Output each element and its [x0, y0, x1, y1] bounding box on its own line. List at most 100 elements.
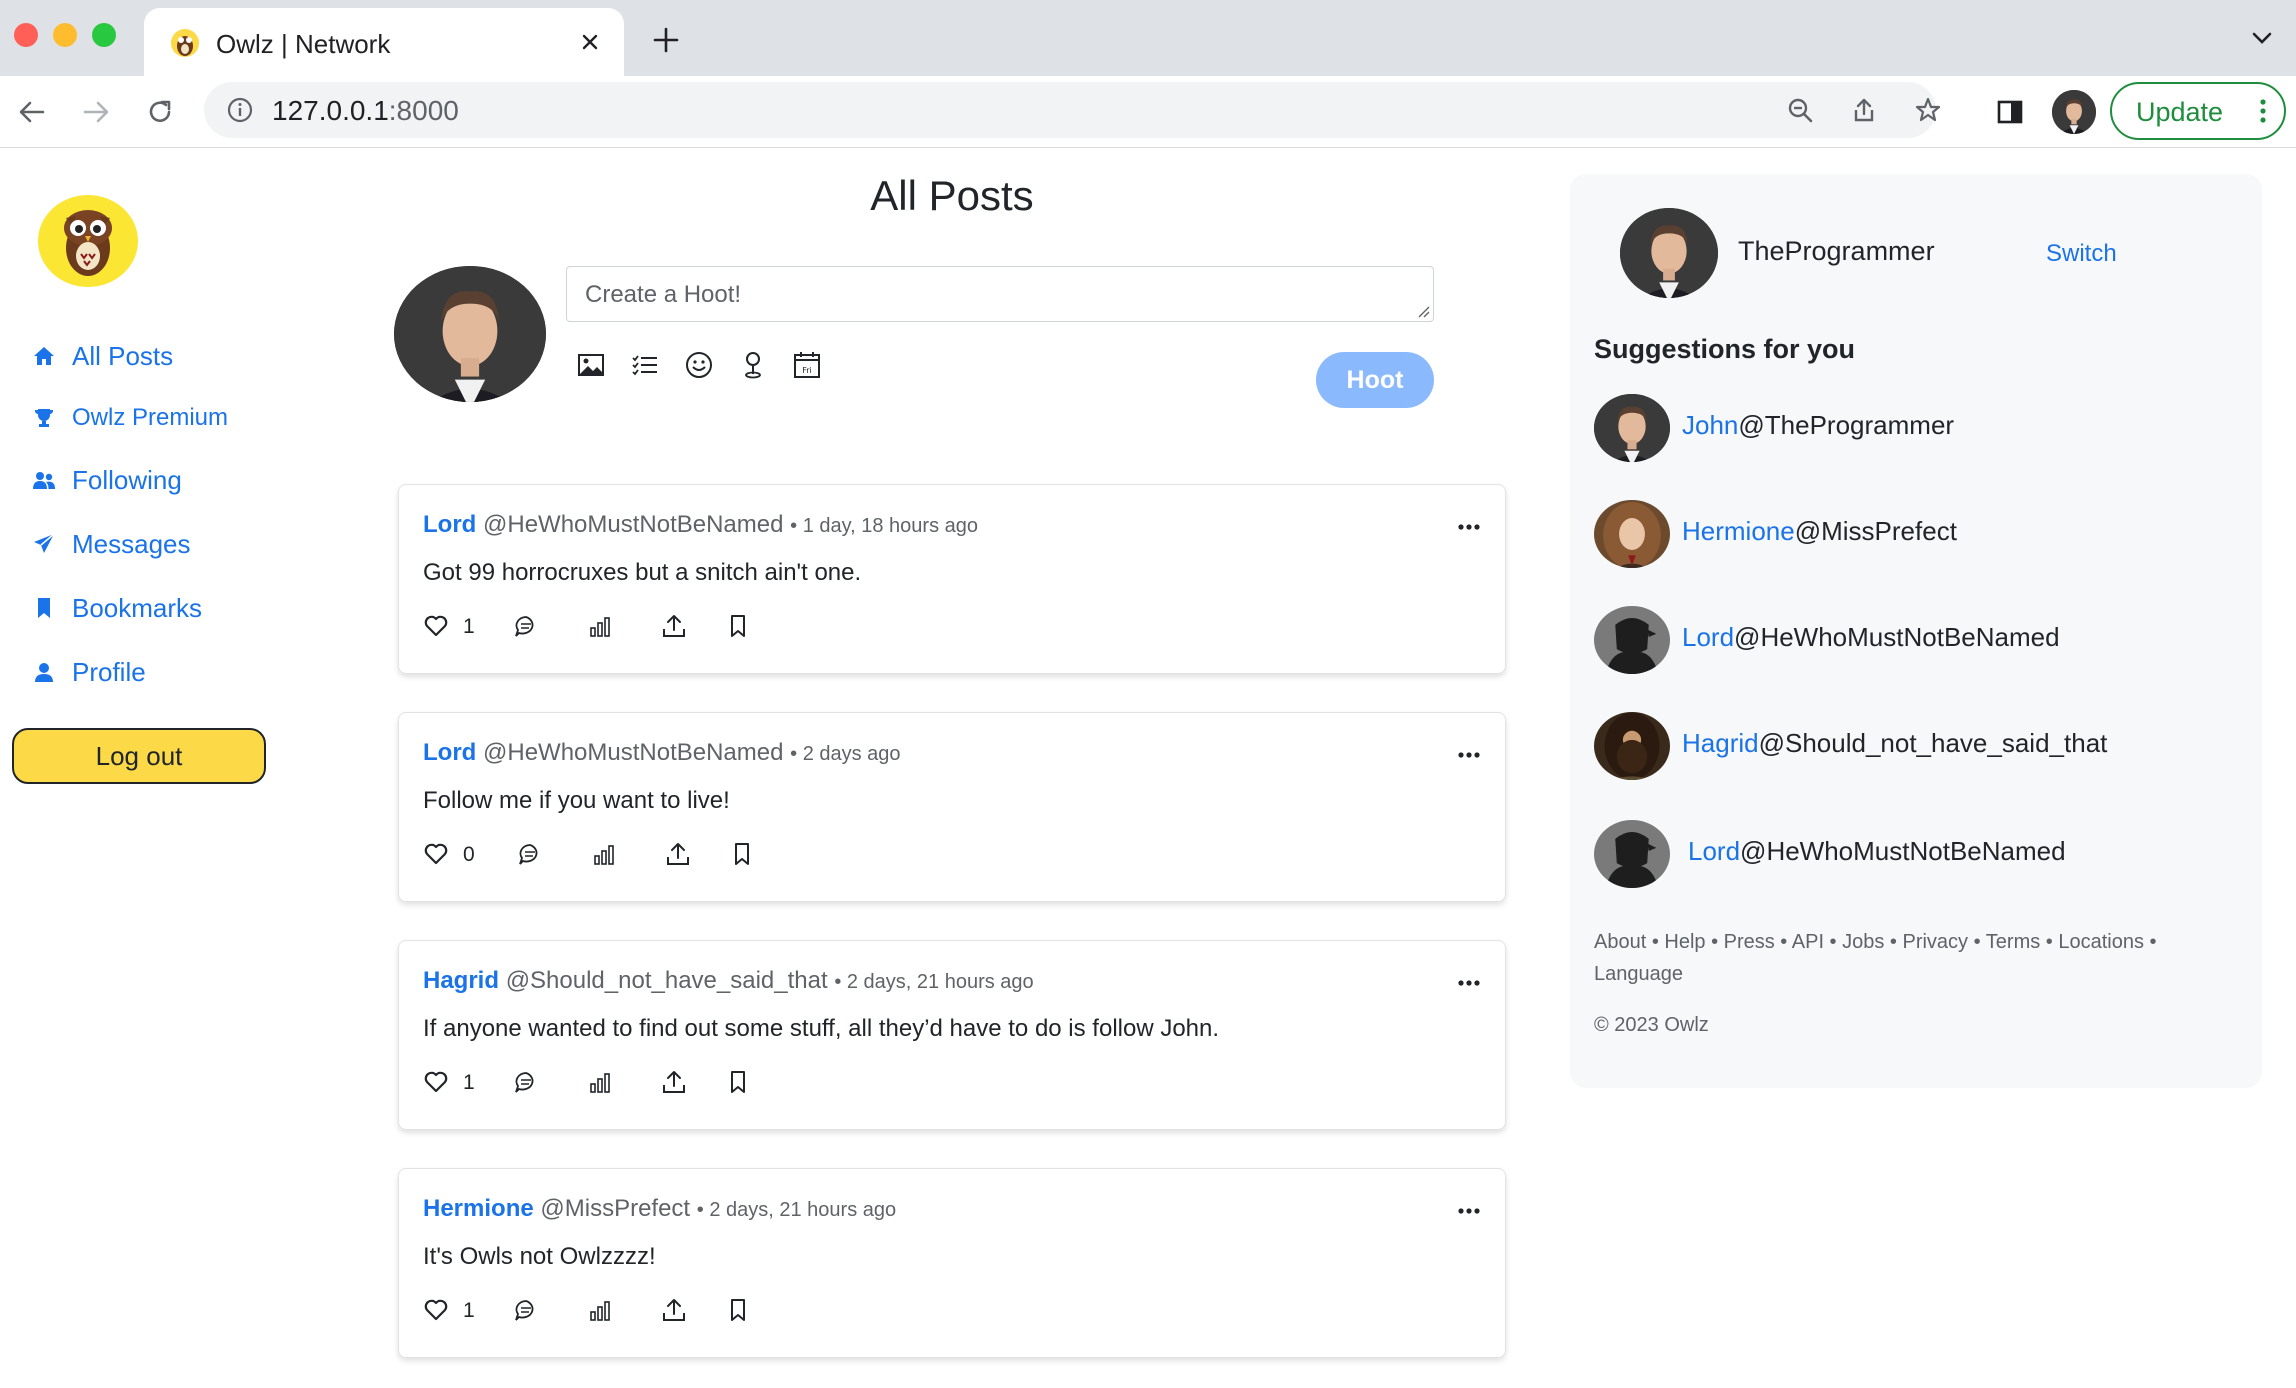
hoot-button[interactable]: Hoot [1316, 352, 1434, 408]
upload-share-icon[interactable] [665, 841, 691, 867]
post-header: Lord @HeWhoMustNotBeNamed • 2 days ago [423, 739, 901, 767]
close-tab-icon[interactable] [576, 28, 604, 56]
post-author-handle[interactable]: @Should_not_have_said_that [506, 967, 828, 994]
list-icon[interactable] [630, 350, 660, 380]
post-card[interactable]: Hagrid @Should_not_have_said_that • 2 da… [398, 940, 1506, 1130]
suggestion-name-link[interactable]: Lord [1688, 836, 1740, 866]
stats-icon[interactable] [587, 613, 613, 639]
image-icon[interactable] [576, 350, 606, 380]
post-card[interactable]: Lord @HeWhoMustNotBeNamed • 2 days ago F… [398, 712, 1506, 902]
compose-textarea[interactable]: Create a Hoot! [566, 266, 1434, 322]
post-timestamp: • 2 days ago [790, 743, 901, 765]
update-button[interactable]: Update [2110, 82, 2286, 140]
post-author-name[interactable]: Lord [423, 511, 476, 538]
browser-tab-active[interactable]: Owlz | Network [144, 8, 624, 76]
suggestion-item[interactable]: Hermione@MissPrefect [1594, 500, 2234, 568]
new-tab-icon[interactable] [650, 24, 682, 56]
chevron-down-icon[interactable] [2250, 30, 2274, 46]
suggestion-avatar[interactable] [1594, 606, 1670, 674]
post-author-handle[interactable]: @MissPrefect [540, 1195, 690, 1222]
suggestion-avatar[interactable] [1594, 394, 1670, 462]
calendar-icon[interactable]: Fri [792, 350, 822, 380]
close-window-button[interactable] [14, 23, 38, 47]
heart-icon[interactable] [423, 841, 449, 867]
stats-icon[interactable] [591, 841, 617, 867]
suggestion-avatar[interactable] [1594, 712, 1670, 780]
post-author-name[interactable]: Hermione [423, 1195, 534, 1222]
more-options-icon[interactable] [1457, 523, 1481, 531]
suggestion-name-link[interactable]: John [1682, 410, 1738, 440]
bookmark-outline-icon[interactable] [725, 1297, 751, 1323]
suggestion-label: Lord@HeWhoMustNotBeNamed [1688, 836, 2066, 867]
address-bar[interactable]: 127.0.0.1:8000 [204, 82, 1941, 138]
logout-button[interactable]: Log out [12, 728, 266, 784]
post-card[interactable]: Lord @HeWhoMustNotBeNamed • 1 day, 18 ho… [398, 484, 1506, 674]
switch-account-link[interactable]: Switch [2046, 240, 2117, 268]
comment-icon[interactable] [517, 841, 543, 867]
upload-share-icon[interactable] [661, 613, 687, 639]
bookmark-outline-icon[interactable] [729, 841, 755, 867]
footer-links[interactable]: About • Help • Press • API • Jobs • Priv… [1594, 926, 2234, 990]
sidebar-item-owlz-premium[interactable]: Owlz Premium [32, 398, 228, 438]
more-options-icon[interactable] [1457, 751, 1481, 759]
comment-icon[interactable] [513, 1297, 539, 1323]
tab-title: Owlz | Network [216, 29, 391, 59]
suggestion-handle: @HeWhoMustNotBeNamed [1740, 836, 2066, 866]
suggestion-item[interactable]: John@TheProgrammer [1594, 394, 2234, 462]
suggestion-item[interactable]: Lord@HeWhoMustNotBeNamed [1594, 606, 2234, 674]
forward-arrow-icon[interactable] [80, 96, 112, 128]
like-count: 1 [463, 615, 475, 638]
post-actions: 1 [423, 1297, 823, 1325]
post-card[interactable]: Hermione @MissPrefect • 2 days, 21 hours… [398, 1168, 1506, 1358]
suggestion-avatar[interactable] [1594, 820, 1670, 888]
upload-share-icon[interactable] [661, 1297, 687, 1323]
post-author-handle[interactable]: @HeWhoMustNotBeNamed [483, 739, 783, 766]
minimize-window-button[interactable] [53, 23, 77, 47]
star-icon[interactable] [1914, 96, 1942, 124]
info-icon[interactable] [226, 96, 254, 124]
heart-icon[interactable] [423, 613, 449, 639]
side-panel-icon[interactable] [1994, 96, 2026, 128]
stats-icon[interactable] [587, 1297, 613, 1323]
post-author-handle[interactable]: @HeWhoMustNotBeNamed [483, 511, 783, 538]
comment-icon[interactable] [513, 613, 539, 639]
post-author-name[interactable]: Hagrid [423, 967, 499, 994]
heart-icon[interactable] [423, 1297, 449, 1323]
suggestion-name-link[interactable]: Lord [1682, 622, 1734, 652]
more-options-icon[interactable] [1457, 979, 1481, 987]
post-actions: 0 [423, 841, 823, 869]
bookmark-outline-icon[interactable] [725, 613, 751, 639]
reload-icon[interactable] [144, 96, 176, 128]
suggestion-avatar[interactable] [1594, 500, 1670, 568]
current-user-avatar[interactable] [1620, 208, 1718, 298]
sidebar-item-following[interactable]: Following [32, 460, 182, 500]
trophy-icon [35, 409, 53, 427]
suggestion-name-link[interactable]: Hermione [1682, 516, 1795, 546]
stats-icon[interactable] [587, 1069, 613, 1095]
emoji-icon[interactable] [684, 350, 714, 380]
zoom-out-icon[interactable] [1786, 96, 1814, 124]
paper-plane-icon [34, 533, 55, 553]
sidebar-item-all-posts[interactable]: All Posts [32, 336, 173, 376]
suggestion-name-link[interactable]: Hagrid [1682, 728, 1759, 758]
heart-icon[interactable] [423, 1069, 449, 1095]
back-arrow-icon[interactable] [16, 96, 48, 128]
bookmark-outline-icon[interactable] [725, 1069, 751, 1095]
comment-icon[interactable] [513, 1069, 539, 1095]
location-pin-icon[interactable] [738, 350, 768, 380]
page-title: All Posts [870, 172, 1034, 219]
share-icon[interactable] [1850, 96, 1878, 124]
owlz-logo[interactable] [36, 194, 140, 288]
sidebar-item-messages[interactable]: Messages [32, 524, 191, 564]
suggestion-item[interactable]: Lord@HeWhoMustNotBeNamed [1594, 820, 2234, 888]
profile-avatar[interactable] [2052, 90, 2096, 134]
sidebar-item-profile[interactable]: Profile [32, 652, 146, 692]
suggestion-label: Hermione@MissPrefect [1682, 516, 1957, 547]
sidebar-item-bookmarks[interactable]: Bookmarks [32, 588, 202, 628]
resize-grip-icon[interactable] [1416, 304, 1430, 318]
post-author-name[interactable]: Lord [423, 739, 476, 766]
maximize-window-button[interactable] [92, 23, 116, 47]
more-options-icon[interactable] [1457, 1207, 1481, 1215]
upload-share-icon[interactable] [661, 1069, 687, 1095]
suggestion-item[interactable]: Hagrid@Should_not_have_said_that [1594, 712, 2234, 780]
